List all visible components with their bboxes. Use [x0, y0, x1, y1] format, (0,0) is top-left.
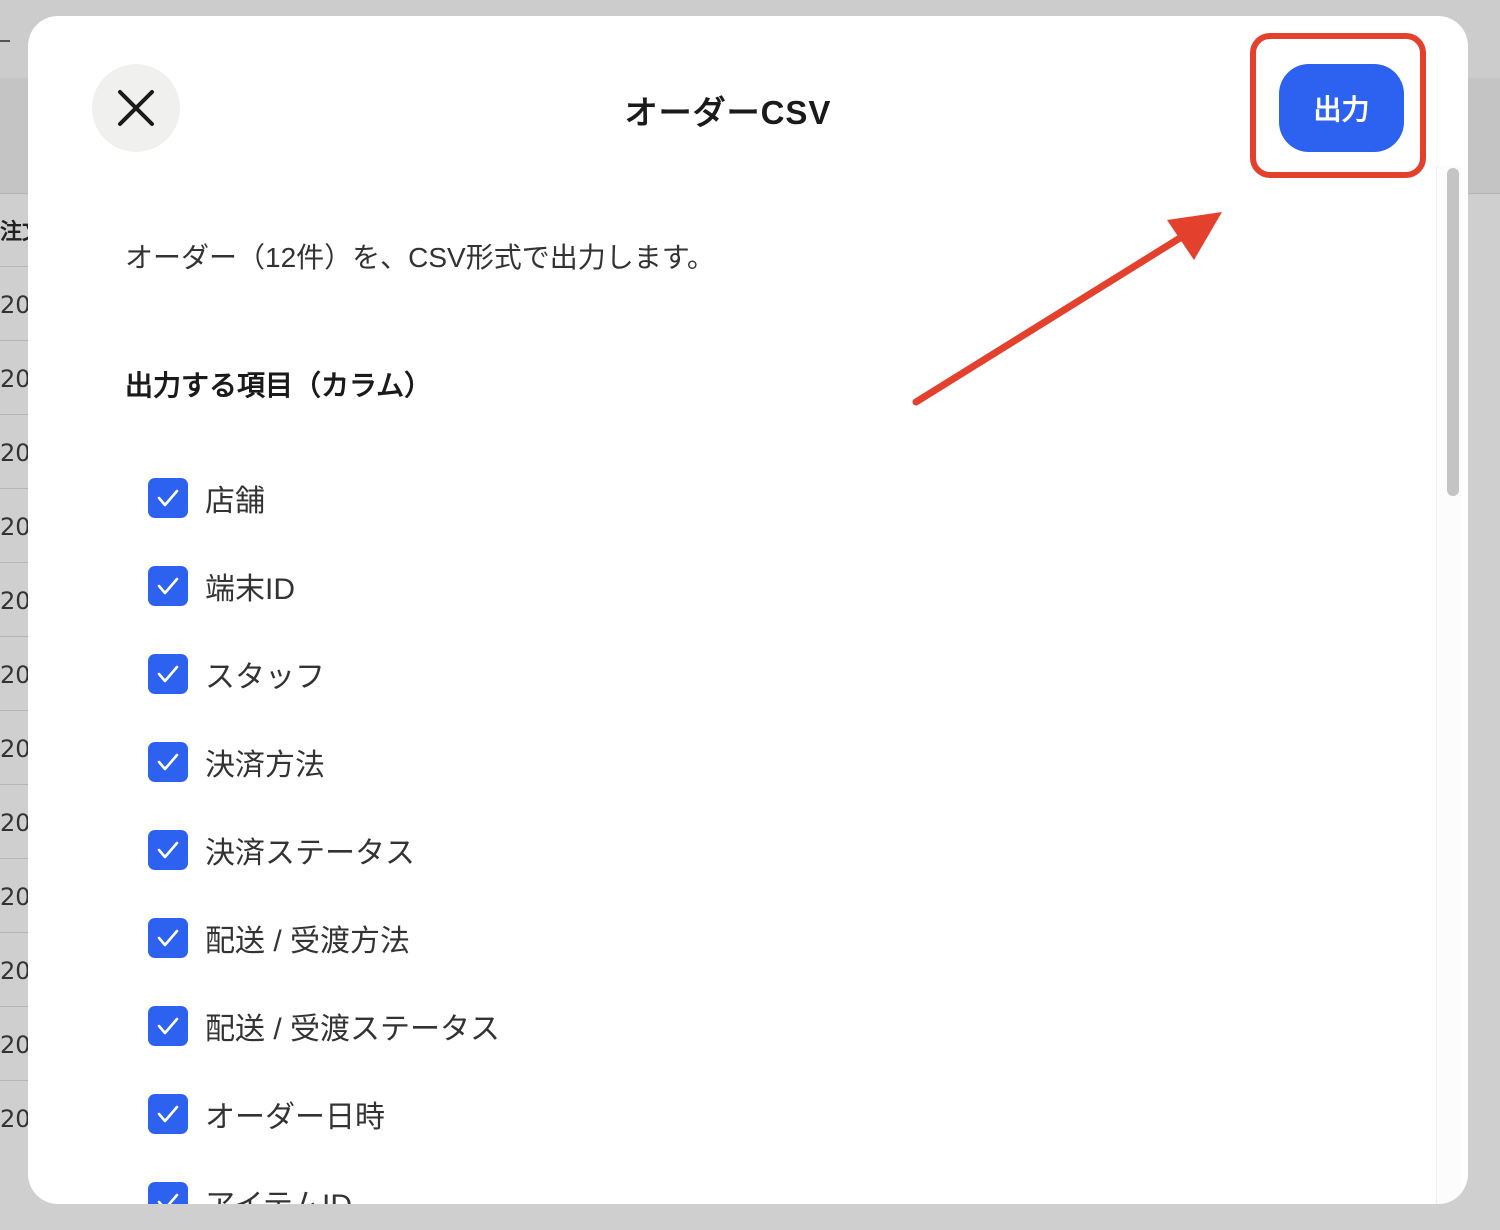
check-icon: [157, 1193, 179, 1204]
checkbox-label: オーダー日時: [205, 1101, 385, 1134]
column-checkbox-item[interactable]: 配送 / 受渡ステータス: [148, 982, 500, 1070]
background-row: 202: [0, 710, 46, 785]
column-checkbox-list: 店舗端末ID スタッフ決済方法決済ステータス 配送 / 受渡方法配送 / 受渡ステー…: [148, 454, 500, 1204]
check-icon: [157, 577, 179, 595]
column-checkbox-item[interactable]: 店舗: [148, 454, 500, 542]
checkbox[interactable]: [148, 1182, 188, 1204]
checkbox[interactable]: [148, 1006, 188, 1046]
checkbox-label: 配送 / 受渡方法: [205, 925, 411, 958]
check-icon: [157, 929, 179, 947]
background-row: 202: [0, 340, 46, 415]
check-icon: [157, 841, 179, 859]
checkbox-label: 決済方法: [205, 749, 325, 782]
checkbox[interactable]: [148, 478, 188, 518]
check-icon: [157, 1017, 179, 1035]
background-row: 202: [0, 488, 46, 563]
background-row: 202: [0, 858, 46, 933]
csv-export-modal: オーダーCSV 出力 オーダー（12件）を、CSV形式で出力します。 出力する項…: [28, 16, 1468, 1204]
background-row: 202: [0, 932, 46, 1007]
check-icon: [157, 1105, 179, 1123]
column-checkbox-item[interactable]: 端末ID: [148, 542, 500, 630]
check-icon: [157, 753, 179, 771]
column-checkbox-item[interactable]: オーダー日時: [148, 1070, 500, 1158]
export-description: オーダー（12件）を、CSV形式で出力します。: [125, 242, 715, 273]
checkbox-label: 店舗: [205, 485, 265, 518]
check-icon: [157, 489, 179, 507]
background-row: 202: [0, 784, 46, 859]
background-row: 202: [0, 1080, 46, 1155]
checkbox[interactable]: [148, 654, 188, 694]
check-icon: [157, 665, 179, 683]
checkbox[interactable]: [148, 830, 188, 870]
background-row: 202: [0, 266, 46, 341]
checkbox[interactable]: [148, 742, 188, 782]
columns-section-title: 出力する項目（カラム）: [125, 370, 433, 401]
checkbox-label: 端末ID: [205, 573, 295, 606]
background-row: 202: [0, 1006, 46, 1081]
column-checkbox-item[interactable]: スタッフ: [148, 630, 500, 718]
checkbox[interactable]: [148, 918, 188, 958]
column-checkbox-item[interactable]: 決済ステータス: [148, 806, 500, 894]
background-dash: [0, 40, 10, 42]
column-checkbox-item[interactable]: アイテムID: [148, 1158, 500, 1204]
checkbox[interactable]: [148, 566, 188, 606]
background-row: 202: [0, 414, 46, 489]
export-button[interactable]: 出力: [1279, 64, 1404, 152]
scrollbar-thumb[interactable]: [1447, 168, 1459, 496]
checkbox-label: 配送 / 受渡ステータス: [205, 1013, 501, 1046]
checkbox-label: 決済ステータス: [205, 837, 415, 870]
checkbox-label: アイテムID: [205, 1180, 352, 1204]
column-checkbox-item[interactable]: 決済方法: [148, 718, 500, 806]
background-row: 202: [0, 636, 46, 711]
modal-title: オーダーCSV: [624, 94, 832, 131]
checkbox-label: スタッフ: [205, 661, 325, 694]
checkbox[interactable]: [148, 1094, 188, 1134]
column-checkbox-item[interactable]: 配送 / 受渡方法: [148, 894, 500, 982]
background-row: 202: [0, 562, 46, 637]
